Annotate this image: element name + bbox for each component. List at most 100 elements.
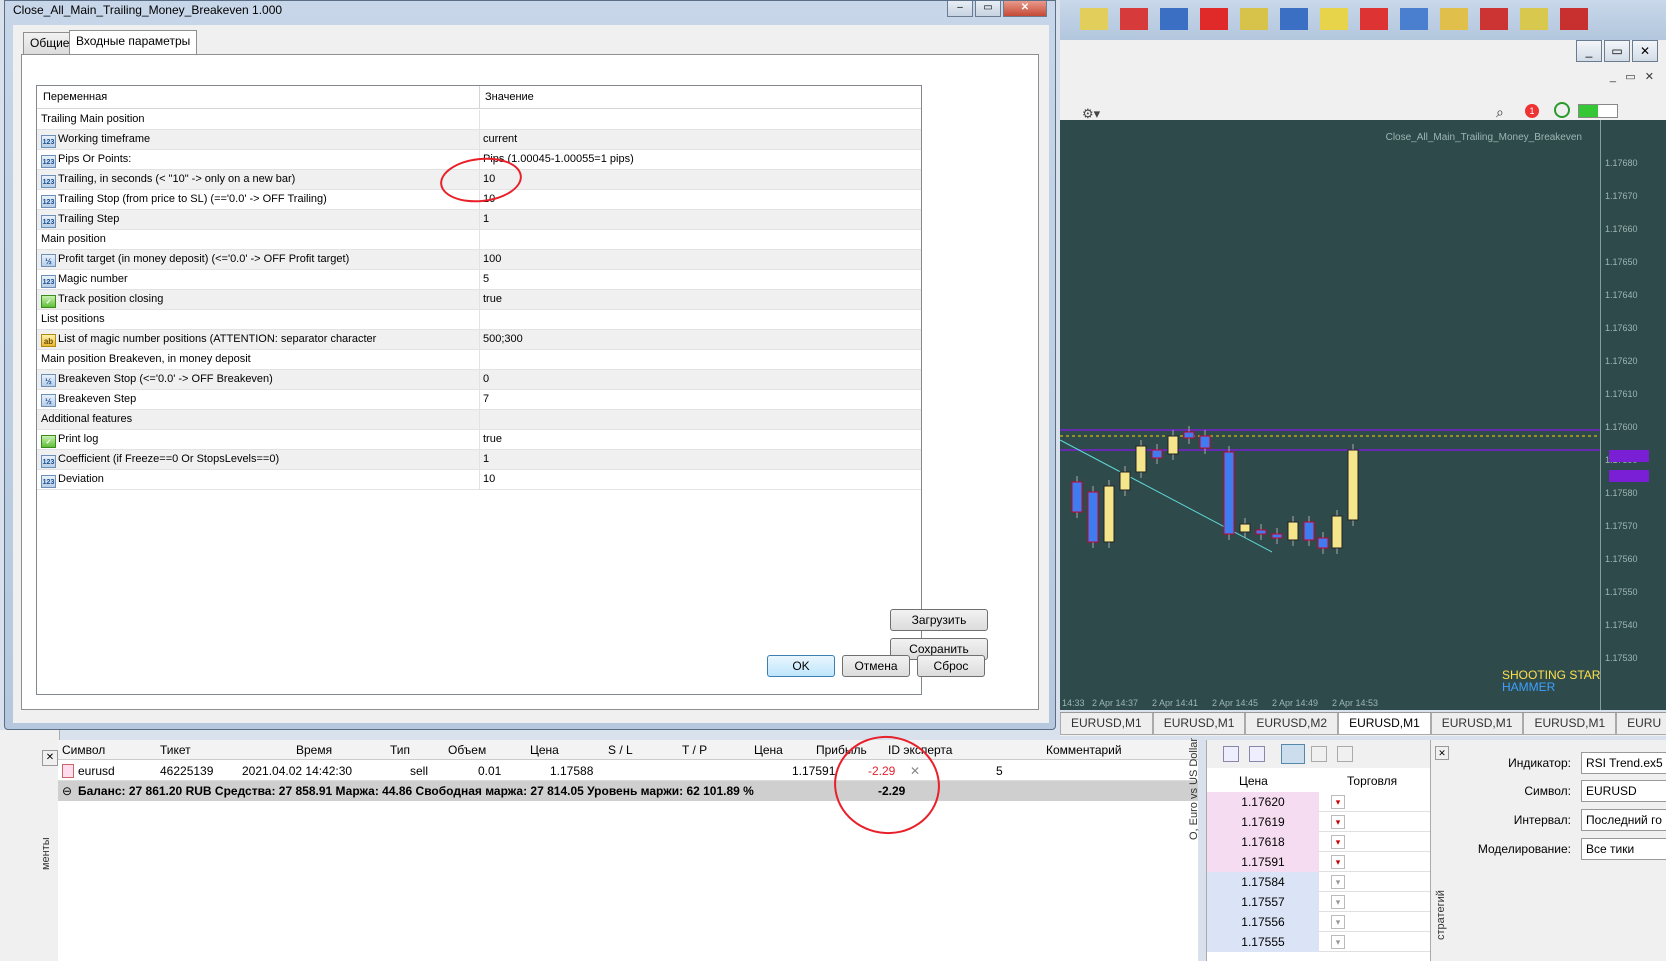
input-value[interactable]: true [483, 293, 502, 305]
ok-button[interactable]: OK [767, 655, 835, 677]
symbol-field[interactable]: EURUSD [1581, 780, 1666, 802]
column-header[interactable]: Время [296, 743, 332, 757]
input-row[interactable]: Additional features [37, 410, 921, 430]
cancel-button[interactable]: Отмена [842, 655, 910, 677]
tab-inputs[interactable]: Входные параметры [69, 30, 198, 54]
depth-row[interactable]: 1.17555 ▾ [1207, 932, 1431, 952]
close-button[interactable]: ✕ [1003, 1, 1047, 17]
depth-row[interactable]: 1.17619 ▾ [1207, 812, 1431, 832]
column-header[interactable]: Цена [754, 743, 783, 757]
variable-column-header[interactable]: Переменная [43, 91, 107, 103]
input-row[interactable]: ✓ Track position closing true [37, 290, 921, 310]
notifications-icon[interactable]: 1 [1525, 104, 1539, 118]
toolbar-icon-11[interactable] [1480, 8, 1508, 30]
reset-button[interactable]: Сброс [917, 655, 985, 677]
toolbar-icon-5[interactable] [1240, 8, 1268, 30]
depth-row[interactable]: 1.17591 ▾ [1207, 852, 1431, 872]
input-value[interactable]: 5 [483, 273, 489, 285]
column-header[interactable]: T / P [682, 743, 707, 757]
chevron-down-icon[interactable]: ▾ [1331, 795, 1345, 809]
depth-mode-icon[interactable] [1281, 744, 1305, 764]
chart-tab[interactable]: EURUSD,M2 [1245, 713, 1339, 735]
chevron-down-icon[interactable]: ▾ [1331, 895, 1345, 909]
input-value[interactable]: 100 [483, 253, 501, 265]
table-row[interactable]: eurusd 46225139 2021.04.02 14:42:30 sell… [58, 761, 1198, 781]
toolbar-icon-1[interactable] [1080, 8, 1108, 30]
input-row[interactable]: ab List of magic number positions (ATTENT… [37, 330, 921, 350]
input-row[interactable]: List positions [37, 310, 921, 330]
depth-row[interactable]: 1.17556 ▾ [1207, 912, 1431, 932]
depth-row[interactable]: 1.17584 ▾ [1207, 872, 1431, 892]
chevron-down-icon[interactable]: ▾ [1331, 935, 1345, 949]
toolbar-icon-4[interactable] [1200, 8, 1228, 30]
input-row[interactable]: ✓ Print log true [37, 430, 921, 450]
input-value[interactable]: 0 [483, 373, 489, 385]
depth-row[interactable]: 1.17618 ▾ [1207, 832, 1431, 852]
column-header[interactable]: Тип [390, 743, 410, 757]
tester-close-icon[interactable]: ✕ [1435, 746, 1449, 760]
column-header[interactable]: Символ [62, 743, 105, 757]
toolbar-icon-8[interactable] [1360, 8, 1388, 30]
input-value[interactable]: 10 [483, 473, 495, 485]
search-icon[interactable]: ⌕ [1496, 104, 1504, 121]
toolbar-icon-7[interactable] [1320, 8, 1348, 30]
chevron-down-icon[interactable]: ▾ [1331, 815, 1345, 829]
input-row[interactable]: Trailing Main position [37, 110, 921, 130]
column-header[interactable]: Комментарий [1046, 743, 1122, 757]
toolbar-icon-3[interactable] [1160, 8, 1188, 30]
column-header[interactable]: Тикет [160, 743, 191, 757]
chart-tab[interactable]: EURU [1616, 713, 1666, 735]
input-row[interactable]: 123 Coefficient (if Freeze==0 Or StopsLev… [37, 450, 921, 470]
input-value[interactable]: true [483, 433, 502, 445]
mdi-minimize-button[interactable]: _ [1576, 40, 1602, 62]
chart-tab[interactable]: EURUSD,M1 [1152, 713, 1246, 735]
input-row[interactable]: 123 Trailing Step 1 [37, 210, 921, 230]
depth-row[interactable]: 1.17557 ▾ [1207, 892, 1431, 912]
input-row[interactable]: 123 Deviation 10 [37, 470, 921, 490]
input-row[interactable]: 123 Working timeframe current [37, 130, 921, 150]
column-header[interactable]: S / L [608, 743, 633, 757]
depth-level-icon[interactable] [1311, 746, 1327, 762]
chevron-down-icon[interactable]: ▾ [1331, 915, 1345, 929]
price-chart[interactable] [1059, 120, 1600, 710]
input-row[interactable]: Main position [37, 230, 921, 250]
chart-tab[interactable]: EURUSD,M1 [1060, 713, 1153, 735]
input-value[interactable]: 1 [483, 453, 489, 465]
chart-tab[interactable]: EURUSD,M1 [1338, 713, 1431, 735]
depth-settings-icon[interactable] [1249, 746, 1265, 762]
input-row[interactable]: ½ Breakeven Step 7 [37, 390, 921, 410]
indicator-field[interactable]: RSI Trend.ex5 [1581, 752, 1666, 774]
chevron-down-icon[interactable]: ▾ [1331, 855, 1345, 869]
input-value[interactable]: 7 [483, 393, 489, 405]
chevron-down-icon[interactable]: ▾ [1331, 835, 1345, 849]
toolbar-icon-9[interactable] [1400, 8, 1428, 30]
load-button[interactable]: Загрузить [890, 609, 988, 631]
chart-tab[interactable]: EURUSD,M1 [1430, 713, 1524, 735]
chevron-down-icon[interactable]: ▾ [1331, 875, 1345, 889]
modeling-select[interactable]: Все тики [1581, 838, 1666, 860]
collapse-icon[interactable]: ⊖ [62, 784, 72, 798]
input-row[interactable]: 123 Magic number 5 [37, 270, 921, 290]
depth-chart-icon[interactable] [1223, 746, 1239, 762]
toolbar-icon-2[interactable] [1120, 8, 1148, 30]
input-row[interactable]: Main position Breakeven, in money deposi… [37, 350, 921, 370]
toolbar-icon-12[interactable] [1520, 8, 1548, 30]
minimize-button[interactable]: – [947, 1, 973, 17]
input-row[interactable]: ½ Profit target (in money deposit) (<='0.… [37, 250, 921, 270]
toolbox-close-icon[interactable]: ✕ [42, 750, 58, 766]
depth-list-icon[interactable] [1337, 746, 1353, 762]
maximize-button[interactable]: ▭ [975, 1, 1001, 17]
column-header[interactable]: Объем [448, 743, 486, 757]
toolbar-icon-10[interactable] [1440, 8, 1468, 30]
toolbar-icon-6[interactable] [1280, 8, 1308, 30]
depth-row[interactable]: 1.17620 ▾ [1207, 792, 1431, 812]
mdi-close-button[interactable]: ✕ [1632, 40, 1658, 62]
interval-select[interactable]: Последний го [1581, 809, 1666, 831]
column-header[interactable]: Цена [530, 743, 559, 757]
input-value[interactable]: current [483, 133, 517, 145]
input-value[interactable]: 1 [483, 213, 489, 225]
value-column-header[interactable]: Значение [485, 91, 534, 103]
mdi-restore-button[interactable]: ▭ [1604, 40, 1630, 62]
chart-tab[interactable]: EURUSD,M1 [1523, 713, 1617, 735]
input-row[interactable]: ½ Breakeven Stop (<='0.0' -> OFF Breakeve… [37, 370, 921, 390]
